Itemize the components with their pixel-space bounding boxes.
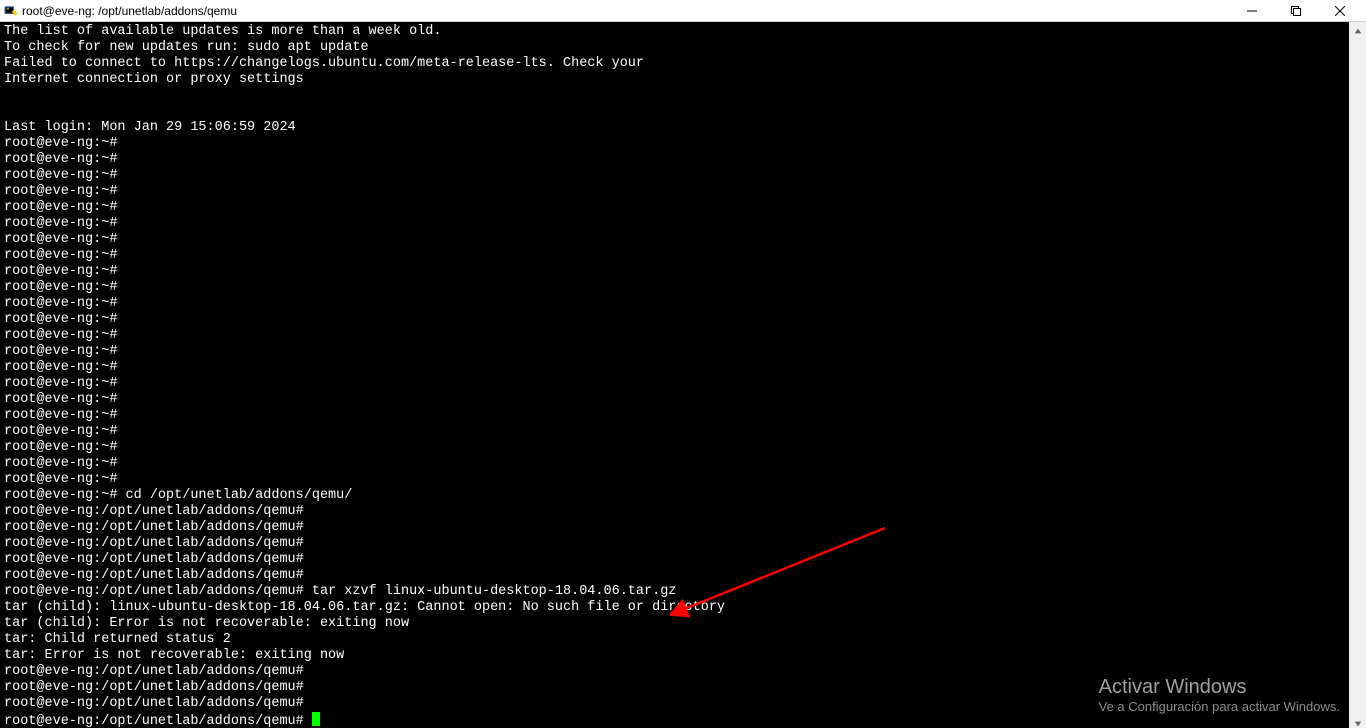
terminal-line: To check for new updates run: sudo apt u… [4,40,369,55]
terminal-line: root@eve-ng:/opt/unetlab/addons/qemu# [4,552,304,567]
window-title: root@eve-ng: /opt/unetlab/addons/qemu [22,4,237,18]
maximize-button[interactable] [1274,0,1318,22]
titlebar[interactable]: root@eve-ng: /opt/unetlab/addons/qemu [0,0,1366,22]
terminal-line: root@eve-ng:~# [4,152,117,167]
terminal-line: root@eve-ng:~# [4,360,117,375]
terminal-line: root@eve-ng:~# [4,408,117,423]
terminal-line: root@eve-ng:/opt/unetlab/addons/qemu# [4,714,312,728]
putty-icon [4,4,18,18]
terminal-line: root@eve-ng:/opt/unetlab/addons/qemu# [4,520,304,535]
terminal-line: tar (child): linux-ubuntu-desktop-18.04.… [4,600,725,615]
terminal-line: root@eve-ng:~# [4,392,117,407]
terminal-line: root@eve-ng:/opt/unetlab/addons/qemu# [4,696,304,711]
terminal-line: Internet connection or proxy settings [4,72,304,87]
terminal-line: root@eve-ng:~# [4,424,117,439]
terminal-line: The list of available updates is more th… [4,24,441,39]
terminal-line: tar: Child returned status 2 [4,632,231,647]
terminal-line: root@eve-ng:/opt/unetlab/addons/qemu# [4,536,304,551]
terminal-line: root@eve-ng:~# [4,376,117,391]
terminal-line: root@eve-ng:~# [4,456,117,471]
terminal-line: root@eve-ng:~# [4,136,117,151]
terminal-line: root@eve-ng:~# [4,472,117,487]
terminal-line: root@eve-ng:~# [4,312,117,327]
terminal-line: Failed to connect to https://changelogs.… [4,56,644,71]
terminal[interactable]: The list of available updates is more th… [0,22,1349,728]
terminal-line: tar: Error is not recoverable: exiting n… [4,648,344,663]
terminal-line: root@eve-ng:~# [4,184,117,199]
terminal-line: root@eve-ng:~# [4,216,117,231]
terminal-line: root@eve-ng:~# [4,328,117,343]
scroll-track[interactable] [1349,39,1366,715]
terminal-line: root@eve-ng:~# [4,232,117,247]
terminal-line: root@eve-ng:~# [4,264,117,279]
close-button[interactable] [1318,0,1362,22]
minimize-button[interactable] [1230,0,1274,22]
terminal-line: root@eve-ng:~# cd /opt/unetlab/addons/qe… [4,488,352,503]
terminal-area: The list of available updates is more th… [0,22,1366,728]
terminal-cursor [312,712,320,726]
terminal-line: root@eve-ng:/opt/unetlab/addons/qemu# [4,568,304,583]
terminal-line: root@eve-ng:/opt/unetlab/addons/qemu# ta… [4,584,676,599]
terminal-line: root@eve-ng:~# [4,344,117,359]
scrollbar[interactable] [1349,22,1366,728]
terminal-line: tar (child): Error is not recoverable: e… [4,616,409,631]
terminal-line: root@eve-ng:/opt/unetlab/addons/qemu# [4,664,304,679]
terminal-line: root@eve-ng:~# [4,200,117,215]
terminal-line: root@eve-ng:~# [4,280,117,295]
scroll-up-button[interactable] [1349,22,1366,39]
window: root@eve-ng: /opt/unetlab/addons/qemu Th… [0,0,1366,728]
terminal-line: root@eve-ng:/opt/unetlab/addons/qemu# [4,680,304,695]
terminal-line: Last login: Mon Jan 29 15:06:59 2024 [4,120,296,135]
terminal-line: root@eve-ng:~# [4,296,117,311]
terminal-line: root@eve-ng:~# [4,440,117,455]
terminal-line: root@eve-ng:~# [4,168,117,183]
terminal-line: root@eve-ng:/opt/unetlab/addons/qemu# [4,504,304,519]
terminal-line: root@eve-ng:~# [4,248,117,263]
scroll-down-button[interactable] [1349,715,1366,728]
